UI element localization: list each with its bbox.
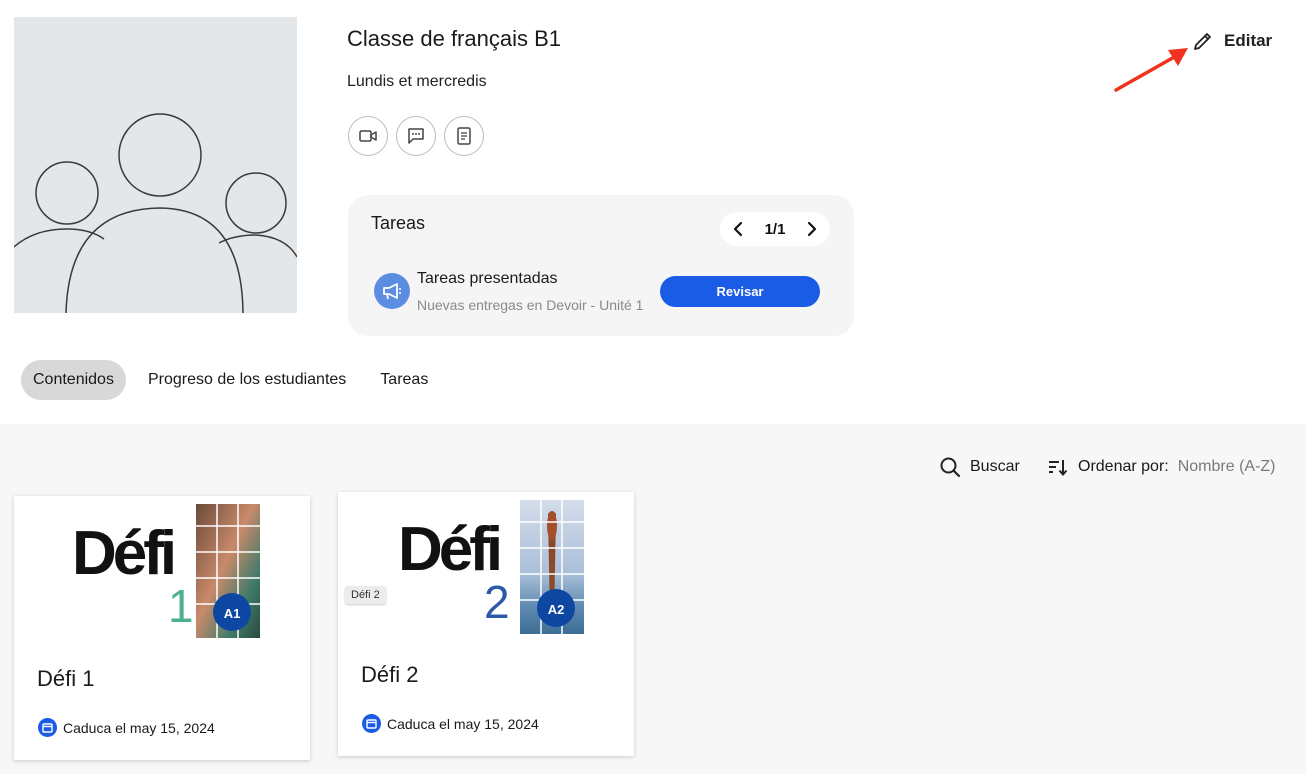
- task-description: Nuevas entregas en Devoir - Unité 1: [417, 297, 644, 313]
- class-header: Classe de français B1 Lundis et mercredi…: [0, 0, 1306, 424]
- chevron-right-icon[interactable]: [806, 221, 818, 237]
- video-call-button[interactable]: [348, 116, 388, 156]
- calendar-icon: [362, 714, 381, 733]
- pencil-icon: [1194, 33, 1211, 50]
- level-label: A1: [224, 606, 241, 621]
- course-title: Défi 2: [361, 662, 419, 687]
- tasks-card: Tareas 1/1 Tareas presentadas Nuevas ent…: [348, 195, 854, 336]
- due-date: Caduca el may 15, 2024: [38, 718, 215, 737]
- due-date-text: Caduca el may 15, 2024: [387, 715, 539, 732]
- sort-value: Nombre (A-Z): [1177, 458, 1276, 475]
- tab-bar: Contenidos Progreso de los estudiantes T…: [21, 360, 450, 400]
- tab-contents[interactable]: Contenidos: [21, 360, 126, 400]
- chevron-left-icon[interactable]: [732, 221, 744, 237]
- document-icon: [457, 127, 471, 145]
- cover-number: 1: [168, 580, 194, 632]
- edit-label: Editar: [1224, 31, 1273, 50]
- class-title: Classe de français B1: [347, 26, 561, 51]
- course-cover-image: Défi 2 A2: [398, 500, 584, 634]
- calendar-icon: [38, 718, 57, 737]
- tasks-pager: 1/1: [720, 212, 830, 246]
- search-icon: [940, 457, 961, 478]
- chat-button[interactable]: [396, 116, 436, 156]
- review-button[interactable]: Revisar: [660, 276, 820, 307]
- tasks-card-title: Tareas: [371, 213, 426, 233]
- course-card[interactable]: Défi 1 A1 Défi 1 Caduca el may 15, 2024: [14, 496, 310, 760]
- cover-number: 2: [484, 576, 510, 628]
- edit-button[interactable]: Editar: [1192, 30, 1272, 52]
- tab-student-progress[interactable]: Progreso de los estudiantes: [136, 360, 358, 400]
- level-label: A2: [548, 602, 565, 617]
- tab-tasks[interactable]: Tareas: [368, 360, 440, 400]
- sort-control[interactable]: Ordenar por: Nombre (A-Z): [1047, 456, 1276, 478]
- class-schedule: Lundis et mercredis: [347, 73, 487, 90]
- video-icon: [359, 130, 377, 142]
- chat-icon: [408, 128, 424, 144]
- due-date-text: Caduca el may 15, 2024: [63, 719, 215, 736]
- due-date: Caduca el may 15, 2024: [362, 714, 539, 733]
- sort-icon: [1049, 460, 1068, 477]
- sort-label: Ordenar por:: [1078, 458, 1169, 475]
- cover-title: Défi: [398, 515, 499, 584]
- course-title: Défi 1: [37, 666, 95, 691]
- search-label: Buscar: [970, 458, 1020, 475]
- task-avatar: [374, 273, 410, 309]
- cover-tooltip: Défi 2: [345, 586, 386, 604]
- pager-count: 1/1: [764, 220, 786, 238]
- cover-title: Défi: [72, 519, 173, 588]
- group-placeholder-icon: [14, 113, 297, 313]
- search-button[interactable]: Buscar: [939, 456, 1020, 478]
- course-card[interactable]: Défi 2 A2 Défi 2 Caduca el may 15, 2024: [338, 492, 634, 756]
- course-cover-image: Défi 1 A1: [72, 504, 260, 638]
- notes-button[interactable]: [444, 116, 484, 156]
- class-image: [14, 17, 297, 313]
- annotation-arrow-icon: [1114, 48, 1188, 92]
- task-name: Tareas presentadas: [417, 270, 558, 287]
- megaphone-icon: [383, 283, 401, 300]
